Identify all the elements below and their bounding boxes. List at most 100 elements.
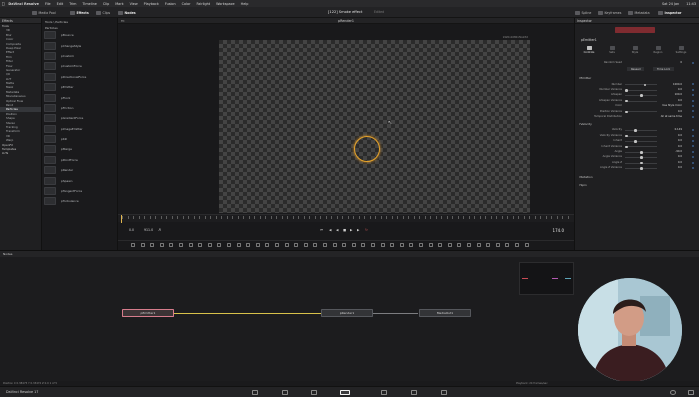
inspector-control-value[interactable]: Use Style Color <box>662 104 682 107</box>
tool-list-item[interactable]: pCustom <box>42 51 117 61</box>
keyframe-dot-icon[interactable] <box>692 140 694 142</box>
inspector-control-row[interactable]: Position Variance 0.0 <box>575 109 699 114</box>
inspector-control-value[interactable]: 0 <box>680 61 682 64</box>
keyframe-dot-icon[interactable] <box>692 110 694 113</box>
clips-button[interactable]: Clips <box>96 9 110 16</box>
viewer-tool-icon[interactable] <box>131 243 135 247</box>
inspector-slider[interactable] <box>625 99 657 103</box>
inspector-slider-knob[interactable] <box>640 161 643 165</box>
inspector-control-row[interactable]: Velocity 0.149 <box>575 128 699 133</box>
apple-icon[interactable]:  <box>2 1 4 6</box>
inspector-control-row[interactable]: Random Seed 0 <box>575 61 699 66</box>
keyframe-dot-icon[interactable] <box>692 129 694 132</box>
inspector-button[interactable]: Time Lock <box>653 67 675 72</box>
viewer-tool-icon[interactable] <box>476 243 481 247</box>
node-minimap[interactable] <box>519 262 574 295</box>
inspector-control-row[interactable]: Color Use Style Color <box>575 104 699 109</box>
menu-item-color[interactable]: Color <box>182 2 191 6</box>
menu-item-clip[interactable]: Clip <box>103 2 109 6</box>
inspector-control-value[interactable]: 100.0 <box>675 93 682 96</box>
viewer-tool-icon[interactable] <box>140 243 145 247</box>
keyframe-dot-icon[interactable] <box>692 134 694 137</box>
tool-list-item[interactable]: pDirectionalForce <box>42 72 117 82</box>
audio-icon[interactable]: ♬ <box>158 228 161 232</box>
spline-button[interactable]: Spline <box>575 9 591 16</box>
edit-page-icon[interactable] <box>311 390 317 395</box>
nodes-button[interactable]: Nodes <box>118 9 136 16</box>
keyframe-dot-icon[interactable] <box>692 62 694 64</box>
viewer-tool-icon[interactable] <box>294 243 299 247</box>
inspector-slider-knob[interactable] <box>625 99 628 103</box>
menu-item-file[interactable]: File <box>45 2 51 6</box>
viewer-tool-icon[interactable] <box>390 243 395 247</box>
viewer-tool-icon[interactable] <box>284 243 289 247</box>
menu-item-view[interactable]: View <box>130 2 138 6</box>
inspector-slider[interactable] <box>625 145 657 149</box>
viewer-tool-icon[interactable] <box>409 243 414 247</box>
inspector-slider-knob[interactable] <box>640 167 643 170</box>
inspector-slider[interactable] <box>625 134 657 138</box>
cut-page-icon[interactable] <box>282 390 288 395</box>
menu-item-timeline[interactable]: Timeline <box>82 2 96 6</box>
inspector-slider[interactable] <box>625 151 657 154</box>
tool-list-item[interactable]: pTangentForce <box>42 186 117 196</box>
keyframe-dot-icon[interactable] <box>692 83 694 86</box>
viewer-tool-icon[interactable] <box>246 243 251 247</box>
inspector-control-value[interactable]: 0.0 <box>678 110 682 113</box>
play-reverse-icon[interactable]: ◀ <box>336 228 338 232</box>
inspector-tab-settings[interactable]: Settings <box>673 46 689 58</box>
inspector-control-row[interactable]: Inherit Variance 0.0 <box>575 144 699 149</box>
inspector-tab-sets[interactable]: Sets <box>604 46 620 58</box>
tool-list-item[interactable]: pMerge <box>42 144 117 154</box>
inspector-tool-header[interactable] <box>615 27 655 33</box>
inspector-slider[interactable] <box>625 167 657 170</box>
keyframes-button[interactable]: Keyframes <box>598 9 621 16</box>
menu-item-edit[interactable]: Edit <box>57 2 64 6</box>
viewer-tool-icon[interactable] <box>227 243 231 247</box>
fairlight-page-icon[interactable] <box>411 390 417 395</box>
current-frame[interactable]: 174.0 <box>553 228 564 233</box>
keyframe-dot-icon[interactable] <box>692 99 694 102</box>
inspector-control-row[interactable]: Lifespan Variance 0.0 <box>575 99 699 104</box>
tool-list-item[interactable]: pEmitter <box>42 82 117 92</box>
viewer-tool-icon[interactable] <box>332 243 337 247</box>
inspector-slider[interactable] <box>625 94 657 97</box>
inspector-slider[interactable] <box>625 89 657 92</box>
menu-item-app[interactable]: DaVinci Resolve <box>8 2 39 6</box>
inspector-control-value[interactable]: -90.0 <box>675 150 682 153</box>
effects-tree-item[interactable]: LUTs <box>0 151 41 155</box>
viewer-tool-icon[interactable] <box>399 243 404 247</box>
inspector-control-row[interactable]: Lifespan 100.0 <box>575 93 699 98</box>
inspector-button[interactable]: Reseed <box>627 67 645 72</box>
inspector-tab-style[interactable]: Style <box>627 46 643 58</box>
tool-list-item[interactable]: pKill <box>42 134 117 144</box>
inspector-slider-knob[interactable] <box>625 145 628 149</box>
viewer-tool-icon[interactable] <box>150 243 155 247</box>
inspector-control-value[interactable]: 0.0 <box>678 88 682 91</box>
keyframe-dot-icon[interactable] <box>692 161 694 164</box>
inspector-slider[interactable] <box>625 83 657 87</box>
tool-list-item[interactable]: pGradientForce <box>42 113 117 123</box>
viewer-tool-icon[interactable] <box>438 243 443 247</box>
media-pool-button[interactable]: Media Pool <box>32 9 56 16</box>
inspector-button[interactable]: Inspector <box>658 9 681 16</box>
keyframe-dot-icon[interactable] <box>692 115 694 118</box>
inspector-slider[interactable] <box>625 161 657 165</box>
tool-list-item[interactable]: pRender <box>42 165 117 175</box>
deliver-page-icon[interactable] <box>441 390 447 395</box>
inspector-control-row[interactable]: Temporal Distribution All at same time <box>575 115 699 120</box>
tool-list-item[interactable]: pTurbulence <box>42 196 117 206</box>
viewer-tool-icon[interactable] <box>217 243 222 247</box>
viewer-tool-icon[interactable] <box>179 243 183 247</box>
inspector-control-value[interactable]: 0.0 <box>678 166 682 169</box>
metadata-button[interactable]: Metadata <box>628 9 650 16</box>
viewer-tool-icon[interactable] <box>323 243 327 247</box>
inspector-control-row[interactable]: Inherit 0.0 <box>575 139 699 144</box>
inspector-slider[interactable] <box>625 156 657 159</box>
inspector-control-row[interactable]: Angle Z 0.0 <box>575 161 699 166</box>
viewer-tool-icon[interactable] <box>255 243 260 247</box>
inspector-control-value[interactable]: 0.0 <box>678 139 682 142</box>
keyframe-dot-icon[interactable] <box>692 88 694 91</box>
inspector-slider-knob[interactable] <box>625 134 628 138</box>
keyframe-dot-icon[interactable] <box>692 94 694 97</box>
